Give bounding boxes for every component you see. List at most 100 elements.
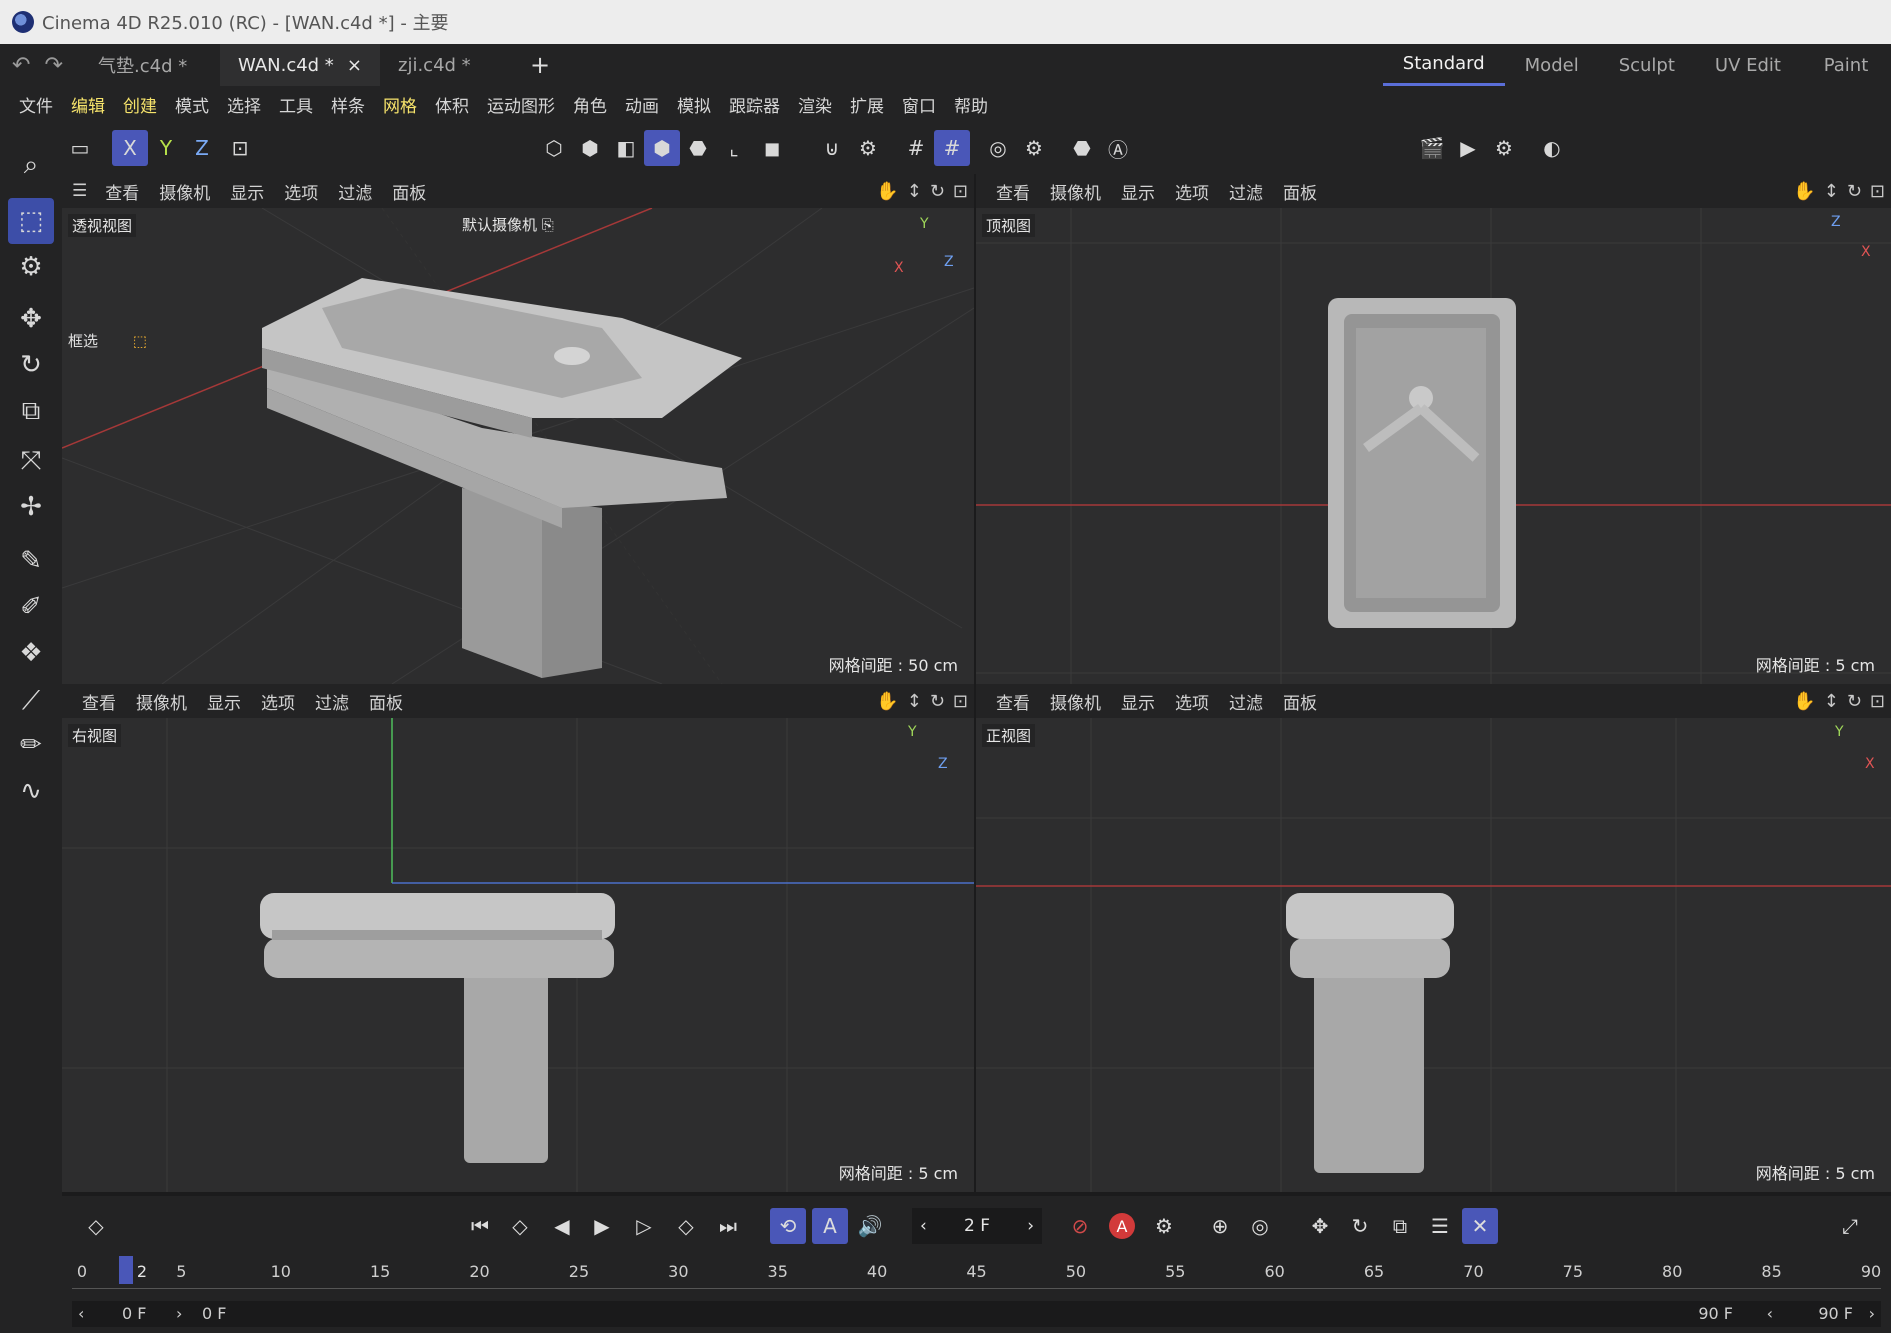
coordinate-system-icon[interactable]: ⊡ <box>222 130 258 166</box>
key-param-icon[interactable]: ☰ <box>1422 1208 1458 1244</box>
start-frame-field[interactable]: 0 F <box>122 1304 146 1323</box>
maximize-view-icon[interactable]: ⊡ <box>1870 691 1885 712</box>
dolly-icon[interactable]: ↕ <box>1824 181 1839 202</box>
end-frame-field[interactable]: 90 F <box>1818 1304 1853 1323</box>
modeling-settings-icon[interactable]: ⚙ <box>1016 130 1052 166</box>
key-rotation-icon[interactable]: ◎ <box>1242 1208 1278 1244</box>
layout-model[interactable]: Model <box>1505 44 1599 86</box>
axis-x-lock-button[interactable]: X <box>112 130 148 166</box>
soft-selection-icon[interactable]: ◎ <box>980 130 1016 166</box>
menu-character[interactable]: 角色 <box>564 92 616 117</box>
vp-menu-camera[interactable]: 摄像机 <box>1040 689 1111 714</box>
vp-menu-view[interactable]: 查看 <box>72 689 126 714</box>
key-settings-icon[interactable]: ⚙ <box>1146 1208 1182 1244</box>
vp-menu-camera[interactable]: 摄像机 <box>149 179 220 204</box>
document-tab-qidian[interactable]: 气垫.c4d * <box>80 44 220 86</box>
render-to-picture-viewer-icon[interactable]: ▶ <box>1450 130 1486 166</box>
uv-mode-icon[interactable]: ⌞ <box>716 130 752 166</box>
primitives-icon[interactable]: ❖ <box>8 630 54 676</box>
range-left-arrow-icon[interactable]: ‹ <box>78 1304 84 1323</box>
document-tab-wan[interactable]: WAN.c4d * × <box>220 44 380 86</box>
snap-settings-icon[interactable]: ⚙ <box>850 130 886 166</box>
points-mode-icon[interactable]: ⬡ <box>536 130 572 166</box>
transfer-tool-icon[interactable]: ⤧ <box>8 438 54 484</box>
layout-paint[interactable]: Paint <box>1801 44 1891 86</box>
play-icon[interactable]: ▶ <box>584 1208 620 1244</box>
frame-range-bar[interactable]: ‹ 0 F › 0 F 90 F ‹ 90 F › <box>72 1301 1881 1327</box>
range-start-left-icon[interactable]: › <box>176 1304 182 1323</box>
orbit-icon[interactable]: ↻ <box>930 181 945 202</box>
viewport-hamburger-icon[interactable]: ☰ <box>72 181 87 201</box>
dolly-icon[interactable]: ↕ <box>907 181 922 202</box>
keyframe-icon[interactable]: ◇ <box>78 1208 114 1244</box>
pan-icon[interactable]: ✋ <box>1793 691 1815 712</box>
menu-file[interactable]: 文件 <box>10 92 62 117</box>
goto-end-icon[interactable]: ⏭ <box>710 1208 746 1244</box>
menu-edit[interactable]: 编辑 <box>62 92 114 117</box>
placement-tool-icon[interactable]: ✢ <box>8 484 54 530</box>
current-frame-field[interactable]: ‹ 2 F › <box>912 1208 1042 1244</box>
axis-y-lock-button[interactable]: Y <box>148 130 184 166</box>
texture-mode-icon[interactable]: ◼ <box>754 130 790 166</box>
key-scale-icon[interactable]: ⧉ <box>1382 1208 1418 1244</box>
grid-snap-icon[interactable]: # <box>898 130 934 166</box>
vp-menu-panel[interactable]: 面板 <box>359 689 413 714</box>
scale-tool-icon[interactable]: ⧉ <box>8 388 54 434</box>
menu-tools[interactable]: 工具 <box>270 92 322 117</box>
rotate-tool-icon[interactable]: ↻ <box>8 342 54 388</box>
top-canvas[interactable]: 顶视图 Z X 网格间距 : 5 cm <box>976 208 1891 684</box>
orbit-icon[interactable]: ↻ <box>930 691 945 712</box>
brush-tool-icon[interactable]: ⟋ <box>8 678 54 724</box>
selection-tool-icon[interactable]: ⬚ <box>8 198 54 244</box>
vp-menu-options[interactable]: 选项 <box>274 179 328 204</box>
front-canvas[interactable]: 正视图 Y X 网格间距 : 5 cm <box>976 718 1891 1192</box>
frame-increment-icon[interactable]: › <box>1027 1216 1034 1236</box>
menu-extensions[interactable]: 扩展 <box>841 92 893 117</box>
playhead[interactable] <box>119 1256 133 1284</box>
tweak-tool-icon[interactable]: ⚙ <box>8 244 54 290</box>
vp-menu-options[interactable]: 选项 <box>1165 689 1219 714</box>
maximize-view-icon[interactable]: ⊡ <box>953 181 968 202</box>
timeline-ruler[interactable]: 2 0 5 10 15 20 25 30 35 40 45 50 55 60 65 70 75 80 85 90 <box>72 1256 1881 1296</box>
undo-icon[interactable]: ↶ <box>12 53 30 78</box>
menu-select[interactable]: 选择 <box>218 92 270 117</box>
right-canvas[interactable]: 右视图 Y Z 网格间距 : 5 cm <box>62 718 974 1192</box>
menu-volume[interactable]: 体积 <box>426 92 478 117</box>
document-tab-zji[interactable]: zji.c4d * <box>380 44 520 86</box>
render-view-icon[interactable]: 🎬 <box>1414 130 1450 166</box>
model-mode-icon[interactable]: ⬢ <box>644 130 680 166</box>
redo-icon[interactable]: ↷ <box>44 53 62 78</box>
menu-render[interactable]: 渲染 <box>789 92 841 117</box>
record-keys-icon[interactable]: ⊘ <box>1062 1208 1098 1244</box>
loop-icon[interactable]: ⟲ <box>770 1208 806 1244</box>
redshift-icon[interactable]: ◐ <box>1534 130 1570 166</box>
layout-standard[interactable]: Standard <box>1382 44 1505 86</box>
layout-sculpt[interactable]: Sculpt <box>1599 44 1695 86</box>
layout-uv-edit[interactable]: UV Edit <box>1695 44 1801 86</box>
range-right-arrow-icon[interactable]: › <box>1869 1304 1875 1323</box>
vp-menu-camera[interactable]: 摄像机 <box>126 689 197 714</box>
menu-spline[interactable]: 样条 <box>322 92 374 117</box>
menu-tracker[interactable]: 跟踪器 <box>720 92 789 117</box>
vp-menu-panel[interactable]: 面板 <box>1273 179 1327 204</box>
key-position-icon[interactable]: ⊕ <box>1202 1208 1238 1244</box>
snap-magnet-icon[interactable]: ⊍ <box>814 130 850 166</box>
spline-smooth-icon[interactable]: ∿ <box>8 768 54 814</box>
vp-menu-display[interactable]: 显示 <box>220 179 274 204</box>
pan-icon[interactable]: ✋ <box>1793 181 1815 202</box>
vp-menu-options[interactable]: 选项 <box>1165 179 1219 204</box>
orbit-icon[interactable]: ↻ <box>1847 181 1862 202</box>
menu-animate[interactable]: 动画 <box>616 92 668 117</box>
key-move-icon[interactable]: ✥ <box>1302 1208 1338 1244</box>
range-end-field[interactable]: 90 F <box>1698 1304 1733 1323</box>
close-tab-icon[interactable]: × <box>347 55 362 76</box>
edges-mode-icon[interactable]: ⬢ <box>572 130 608 166</box>
vp-menu-panel[interactable]: 面板 <box>1273 689 1327 714</box>
vp-menu-display[interactable]: 显示 <box>1111 179 1165 204</box>
vp-menu-panel[interactable]: 面板 <box>382 179 436 204</box>
vp-menu-view[interactable]: 查看 <box>986 179 1040 204</box>
menu-mesh[interactable]: 网格 <box>374 92 426 117</box>
menu-simulate[interactable]: 模拟 <box>668 92 720 117</box>
key-rotate-icon[interactable]: ↻ <box>1342 1208 1378 1244</box>
workplane-snap-icon[interactable]: # <box>934 130 970 166</box>
